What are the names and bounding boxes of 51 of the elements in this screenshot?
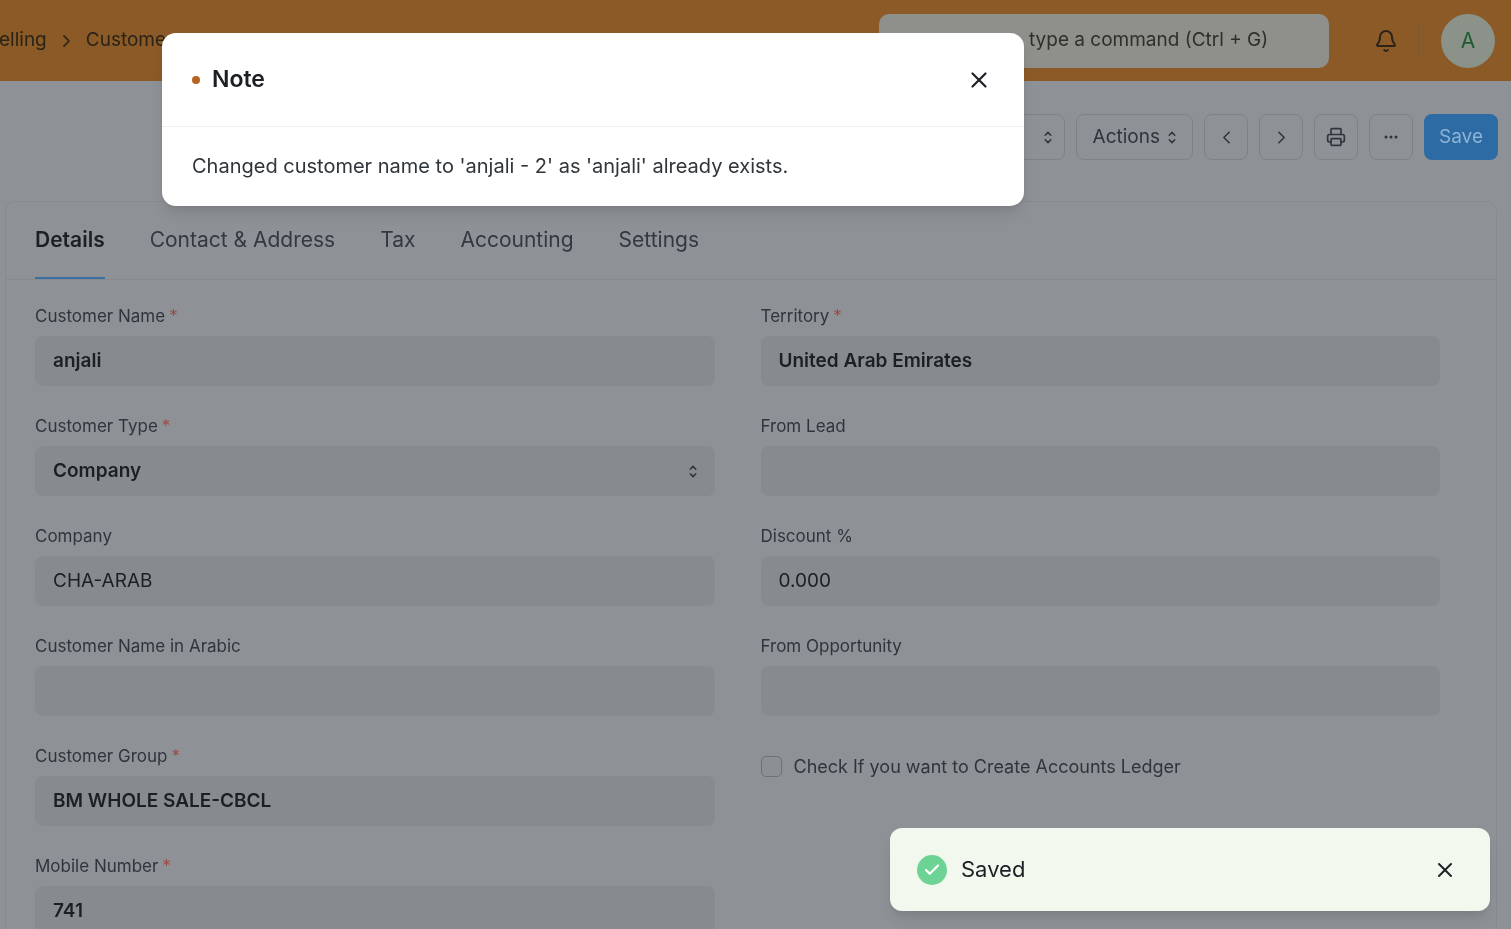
field-label: Customer Type <box>35 415 158 438</box>
previous-button[interactable] <box>1204 114 1249 160</box>
tab[interactable]: Settings <box>618 202 699 279</box>
input-field[interactable]: BM WHOLE SALE-CBCL <box>35 776 715 826</box>
dialog-title: Note <box>212 64 265 96</box>
required-mark: * <box>833 305 842 328</box>
dialog-message: Changed customer name to 'anjali - 2' as 'anjali' already exists. <box>191 153 790 180</box>
field-label: Customer Name in Arabic <box>35 635 241 658</box>
chevron-icon <box>62 34 70 47</box>
save-button[interactable]: Save <box>1424 114 1498 160</box>
input-field[interactable]: anjali <box>35 336 715 386</box>
more-button[interactable] <box>1369 114 1414 160</box>
input-field[interactable]: CHA-ARAB <box>35 556 715 606</box>
field-label: Customer Name <box>35 305 166 328</box>
input-field[interactable]: United Arab Emirates <box>760 336 1440 386</box>
chevrons-icon <box>1168 130 1177 144</box>
more-icon <box>1384 135 1399 139</box>
success-icon <box>917 854 947 885</box>
input-field[interactable]: 741 <box>35 886 715 929</box>
breadcrumb-link[interactable]: elling <box>0 26 47 55</box>
next-button[interactable] <box>1259 114 1304 160</box>
checkbox-label: Check If you want to Create Accounts Ledger <box>793 754 1181 779</box>
breadcrumb-link[interactable]: Custome <box>85 26 167 55</box>
notification-icon[interactable] <box>1374 28 1398 53</box>
avatar[interactable]: A <box>1441 13 1495 68</box>
tab[interactable]: Tax <box>380 202 416 279</box>
actions-button[interactable]: Actions <box>1075 114 1194 160</box>
printer-icon <box>1326 127 1347 147</box>
chevrons-icon <box>688 464 697 478</box>
toast-message: Saved <box>961 855 1026 884</box>
select-field[interactable]: Company <box>35 446 715 496</box>
field-label: Company <box>35 525 112 548</box>
chevron-right-icon <box>1277 130 1285 144</box>
required-mark: * <box>162 855 171 878</box>
required-mark: * <box>169 305 178 328</box>
chevrons-icon <box>1043 130 1052 144</box>
checkbox[interactable] <box>760 755 782 777</box>
tab[interactable]: Contact & Address <box>149 202 336 279</box>
field-label: From Lead <box>760 415 846 438</box>
chevron-left-icon <box>1222 130 1230 144</box>
field-label: Territory <box>760 305 830 328</box>
tab[interactable]: Accounting <box>460 202 574 279</box>
print-button[interactable] <box>1314 114 1359 160</box>
field-label: From Opportunity <box>760 635 902 658</box>
field-label: Mobile Number <box>35 855 159 878</box>
tab[interactable]: Details <box>35 202 105 279</box>
required-mark: * <box>171 745 180 768</box>
required-mark: * <box>161 415 171 438</box>
field-label: Customer Group <box>35 745 168 768</box>
input-field[interactable]: 0.000 <box>760 556 1440 606</box>
field-label: Discount % <box>760 525 853 548</box>
